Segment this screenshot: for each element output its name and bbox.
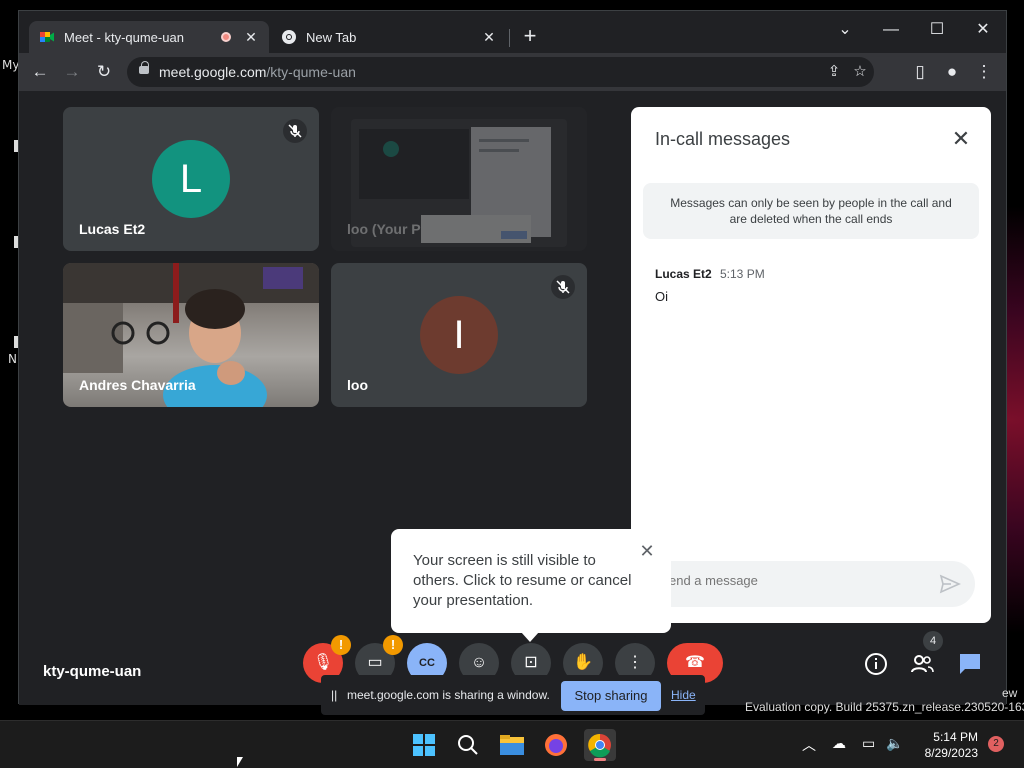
- participant-name: Andres Chavarria: [79, 377, 196, 393]
- warning-badge: !: [383, 635, 403, 655]
- chat-title: In-call messages: [655, 129, 791, 149]
- send-icon[interactable]: [939, 573, 961, 595]
- search-icon[interactable]: [452, 729, 484, 761]
- forward-button[interactable]: →: [59, 59, 85, 85]
- message-sender: Lucas Et2: [655, 267, 712, 281]
- stop-sharing-button[interactable]: Stop sharing: [561, 681, 661, 711]
- presentation-tile[interactable]: loo (Your Pre: [331, 107, 587, 251]
- windows-start-icon[interactable]: [408, 729, 440, 761]
- chat-notice: Messages can only be seen by people in t…: [643, 183, 979, 239]
- tab-divider: [509, 29, 510, 47]
- close-tab-icon[interactable]: ✕: [481, 29, 497, 46]
- firefox-icon[interactable]: [540, 729, 572, 761]
- sharing-notification-bar: || meet.google.com is sharing a window. …: [321, 675, 705, 715]
- browser-window: Meet - kty-qume-uan ✕ New Tab ✕ + ⌄ — ☐ …: [18, 10, 1007, 715]
- desktop-icon-label[interactable]: N: [8, 352, 17, 366]
- participant-name: loo: [347, 377, 368, 393]
- close-window-button[interactable]: ✕: [963, 17, 1003, 43]
- minimize-button[interactable]: —: [871, 17, 911, 43]
- desktop-icon-label[interactable]: My: [2, 58, 19, 72]
- network-icon[interactable]: ▭: [862, 735, 875, 752]
- hide-link[interactable]: Hide: [671, 688, 696, 702]
- chrome-taskbar-button[interactable]: [584, 729, 616, 761]
- back-button[interactable]: ←: [27, 59, 53, 85]
- people-count-badge: 4: [923, 631, 943, 651]
- tab-meet[interactable]: Meet - kty-qume-uan ✕: [29, 21, 269, 53]
- mic-off-icon: [283, 119, 307, 143]
- sharing-message: meet.google.com is sharing a window.: [347, 688, 550, 702]
- tray-chevron-icon[interactable]: ︿: [802, 735, 816, 755]
- tab-title: New Tab: [306, 29, 357, 45]
- watermark-text: ew: [1002, 686, 1018, 700]
- warning-badge: !: [331, 635, 351, 655]
- menu-kebab-icon[interactable]: ⋮: [971, 59, 997, 85]
- presentation-reminder-popup: Your screen is still visible to others. …: [391, 529, 671, 642]
- address-bar[interactable]: meet.google.com/kty-qume-uan ⇪ ☆: [127, 57, 874, 87]
- tab-strip: Meet - kty-qume-uan ✕ New Tab ✕ + ⌄ — ☐ …: [19, 11, 1006, 53]
- people-icon[interactable]: [909, 651, 935, 677]
- clock-date: 8/29/2023: [924, 746, 978, 760]
- chat-panel: In-call messages ✕ Messages can only be …: [631, 107, 991, 623]
- chat-icon[interactable]: [957, 651, 983, 677]
- tab-new-tab[interactable]: New Tab ✕: [271, 21, 507, 53]
- watermark-text: Evaluation copy. Build 25375.zn_release.…: [745, 700, 1024, 714]
- participant-tile[interactable]: I loo: [331, 263, 587, 407]
- url-text: meet.google.com/kty-qume-uan: [159, 64, 356, 80]
- new-tab-button[interactable]: +: [519, 24, 541, 48]
- message-time: 5:13 PM: [720, 267, 765, 281]
- chrome-icon: [588, 733, 611, 758]
- recording-indicator-icon: [221, 32, 231, 42]
- close-popup-icon[interactable]: ✕: [635, 539, 659, 563]
- close-chat-icon[interactable]: ✕: [947, 125, 975, 153]
- active-indicator: [594, 758, 606, 761]
- message-input[interactable]: [669, 573, 919, 588]
- meeting-info-icon[interactable]: [863, 651, 889, 677]
- volume-icon[interactable]: 🔈: [886, 735, 903, 752]
- side-panel-icon[interactable]: ▯: [907, 59, 933, 85]
- close-tab-icon[interactable]: ✕: [243, 29, 259, 46]
- google-meet-icon: [40, 32, 54, 42]
- lock-icon[interactable]: [139, 61, 149, 74]
- tab-search-icon[interactable]: ⌄: [825, 17, 865, 43]
- browser-toolbar: ← → ↻ meet.google.com/kty-qume-uan ⇪ ☆ ▯…: [19, 53, 1006, 91]
- popup-text: Your screen is still visible to others. …: [413, 552, 632, 609]
- mic-off-icon: [551, 275, 575, 299]
- chrome-icon: [282, 30, 296, 44]
- participant-tile[interactable]: L Lucas Et2: [63, 107, 319, 251]
- message-text: Oi: [655, 289, 668, 304]
- participant-name: loo (Your Pre: [347, 221, 434, 237]
- system-clock[interactable]: 5:14 PM 8/29/2023: [912, 729, 978, 761]
- tab-title: Meet - kty-qume-uan: [64, 29, 184, 45]
- avatar: I: [420, 296, 498, 374]
- file-explorer-icon[interactable]: [496, 729, 528, 761]
- mouse-cursor: [237, 757, 243, 767]
- avatar: L: [152, 140, 230, 218]
- cloud-offline-icon[interactable]: ☁: [832, 735, 846, 752]
- notification-badge[interactable]: 2: [988, 736, 1004, 752]
- chat-input-box[interactable]: [643, 561, 975, 607]
- taskbar: ︿ ☁ ▭ 🔈 5:14 PM 8/29/2023: [0, 720, 1024, 768]
- participant-video-tile[interactable]: Andres Chavarria: [63, 263, 319, 407]
- clock-time: 5:14 PM: [933, 730, 978, 744]
- profile-icon[interactable]: ●: [939, 59, 965, 85]
- meeting-code: kty-qume-uan: [43, 663, 142, 680]
- participant-name: Lucas Et2: [79, 221, 146, 237]
- reload-button[interactable]: ↻: [91, 59, 117, 85]
- pause-icon: ||: [331, 688, 338, 702]
- share-icon[interactable]: ⇪: [823, 61, 845, 83]
- bookmark-star-icon[interactable]: ☆: [849, 61, 871, 83]
- maximize-button[interactable]: ☐: [917, 17, 957, 43]
- meet-content: L Lucas Et2 loo (Your Pre Andres Chavarr…: [19, 91, 1006, 715]
